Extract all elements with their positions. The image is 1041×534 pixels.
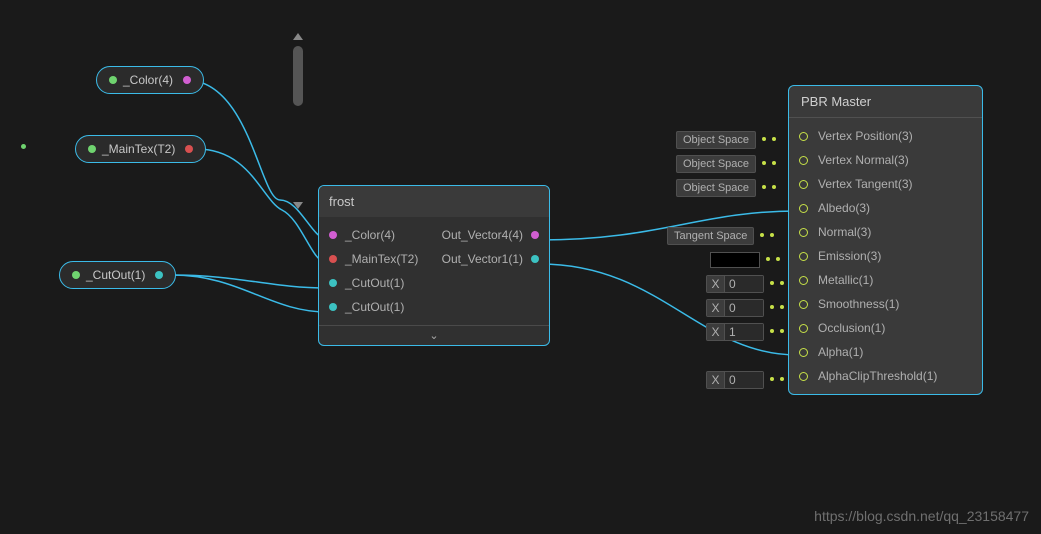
label: _Color(4) — [123, 73, 173, 87]
port-icon[interactable] — [531, 231, 539, 239]
port-in — [88, 145, 96, 153]
slot-occlusion-value[interactable]: X1 — [706, 322, 784, 342]
slot-vertex-tangent-space[interactable]: Object Space — [676, 178, 776, 198]
input-emission: Emission(3) — [789, 244, 982, 268]
slot-metallic-value[interactable]: X0 — [706, 274, 784, 294]
port-icon[interactable] — [329, 303, 337, 311]
port-icon[interactable] — [799, 348, 808, 357]
scroll-down-icon[interactable] — [293, 202, 303, 209]
slot-smoothness-value[interactable]: X0 — [706, 298, 784, 318]
port-icon[interactable] — [799, 180, 808, 189]
port-icon[interactable] — [799, 228, 808, 237]
output-vec1: Out_Vector1(1) — [429, 247, 549, 271]
port-in — [109, 76, 117, 84]
port-icon[interactable] — [799, 276, 808, 285]
property-node-cutout[interactable]: _CutOut(1) — [59, 261, 176, 289]
property-node-color[interactable]: _Color(4) — [96, 66, 204, 94]
port-icon[interactable] — [799, 132, 808, 141]
input-alpha: Alpha(1) — [789, 340, 982, 364]
port-icon[interactable] — [799, 300, 808, 309]
input-color: _Color(4) — [319, 223, 429, 247]
input-smoothness: Smoothness(1) — [789, 292, 982, 316]
port-in — [72, 271, 80, 279]
port-icon[interactable] — [799, 252, 808, 261]
port-icon[interactable] — [531, 255, 539, 263]
input-cutout1: _CutOut(1) — [319, 271, 429, 295]
port-icon[interactable] — [329, 231, 337, 239]
node-frost[interactable]: frost _Color(4) _MainTex(T2) _CutOut(1) … — [318, 185, 550, 346]
input-occlusion: Occlusion(1) — [789, 316, 982, 340]
color-swatch[interactable] — [710, 252, 760, 268]
input-albedo: Albedo(3) — [789, 196, 982, 220]
input-vertex-tangent: Vertex Tangent(3) — [789, 172, 982, 196]
scroll-up-icon[interactable] — [293, 33, 303, 40]
watermark-text: https://blog.csdn.net/qq_23158477 — [814, 508, 1029, 524]
port-out[interactable] — [155, 271, 163, 279]
port-icon[interactable] — [329, 279, 337, 287]
port-icon[interactable] — [799, 156, 808, 165]
node-title[interactable]: PBR Master — [789, 86, 982, 118]
graph-scrollbar[interactable] — [291, 33, 305, 213]
input-vertex-normal: Vertex Normal(3) — [789, 148, 982, 172]
label: _MainTex(T2) — [102, 142, 175, 156]
port-icon[interactable] — [799, 324, 808, 333]
slot-emission-color[interactable] — [710, 250, 780, 270]
input-normal: Normal(3) — [789, 220, 982, 244]
stray-port-dot — [21, 144, 26, 149]
input-metallic: Metallic(1) — [789, 268, 982, 292]
input-alpha-clip: AlphaClipThreshold(1) — [789, 364, 982, 388]
port-out[interactable] — [185, 145, 193, 153]
input-maintex: _MainTex(T2) — [319, 247, 429, 271]
slot-normal-space[interactable]: Tangent Space — [667, 226, 774, 246]
port-icon[interactable] — [329, 255, 337, 263]
port-icon[interactable] — [799, 204, 808, 213]
output-vec4: Out_Vector4(4) — [429, 223, 549, 247]
scroll-thumb[interactable] — [293, 46, 303, 106]
node-title[interactable]: frost — [319, 186, 549, 217]
node-pbr-master[interactable]: PBR Master Vertex Position(3) Vertex Nor… — [788, 85, 983, 395]
input-vertex-position: Vertex Position(3) — [789, 124, 982, 148]
slot-vertex-position-space[interactable]: Object Space — [676, 130, 776, 150]
port-icon[interactable] — [799, 372, 808, 381]
slot-alphaclip-value[interactable]: X0 — [706, 370, 784, 390]
property-node-maintex[interactable]: _MainTex(T2) — [75, 135, 206, 163]
input-cutout2: _CutOut(1) — [319, 295, 429, 319]
label: _CutOut(1) — [86, 268, 145, 282]
slot-vertex-normal-space[interactable]: Object Space — [676, 154, 776, 174]
port-out[interactable] — [183, 76, 191, 84]
expand-toggle[interactable]: ⌄ — [319, 325, 549, 345]
